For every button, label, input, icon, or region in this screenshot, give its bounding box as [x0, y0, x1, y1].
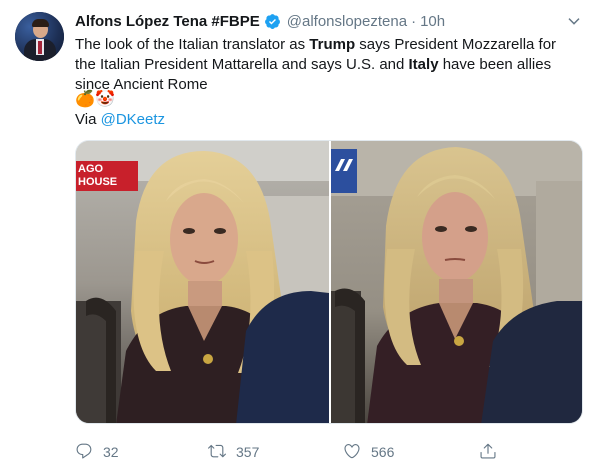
- tangerine-emoji-icon: 🍊: [75, 91, 95, 108]
- tweet-card[interactable]: Alfons López Tena #FBPE @alfonslopeztena…: [0, 0, 597, 470]
- reply-icon: [75, 442, 103, 463]
- clown-emoji-icon: 🤡: [95, 91, 115, 108]
- banner-text: AGO HOUSE: [78, 163, 118, 188]
- verified-badge-icon: [264, 13, 281, 30]
- like-count: 566: [371, 444, 395, 460]
- via-line: Via @DKeetz: [75, 110, 165, 130]
- author-name[interactable]: Alfons López Tena #FBPE: [75, 13, 260, 30]
- reply-count: 32: [103, 444, 119, 460]
- media-grid[interactable]: AGO HOUSE: [75, 140, 583, 424]
- bold-word-italy: Italy: [408, 56, 439, 73]
- avatar[interactable]: [15, 12, 64, 61]
- heart-icon: [343, 442, 371, 463]
- chevron-down-icon[interactable]: [566, 13, 582, 29]
- share-button[interactable]: [479, 440, 507, 464]
- via-mention-link[interactable]: @DKeetz: [101, 111, 165, 128]
- separator-dot: ·: [411, 12, 417, 30]
- like-button[interactable]: 566: [343, 440, 394, 464]
- via-label: Via: [75, 111, 97, 128]
- bold-word-trump: Trump: [309, 36, 356, 53]
- retweet-count: 357: [236, 444, 260, 460]
- tweet-text: The look of the Italian translator as Tr…: [75, 36, 557, 93]
- retweet-button[interactable]: 357: [208, 440, 259, 464]
- media-photo-right[interactable]: [331, 141, 582, 423]
- media-photo-left[interactable]: AGO HOUSE: [76, 141, 329, 423]
- reply-button[interactable]: 32: [75, 440, 119, 464]
- emoji-row: 🍊 🤡: [75, 90, 115, 110]
- share-icon: [479, 442, 507, 463]
- author-handle[interactable]: @alfonslopeztena: [287, 13, 407, 30]
- tweet-header: Alfons López Tena #FBPE @alfonslopeztena…: [75, 11, 445, 31]
- retweet-icon: [208, 442, 236, 463]
- timestamp[interactable]: 10h: [420, 13, 445, 30]
- tweet-actions: 32 357 566: [75, 440, 585, 464]
